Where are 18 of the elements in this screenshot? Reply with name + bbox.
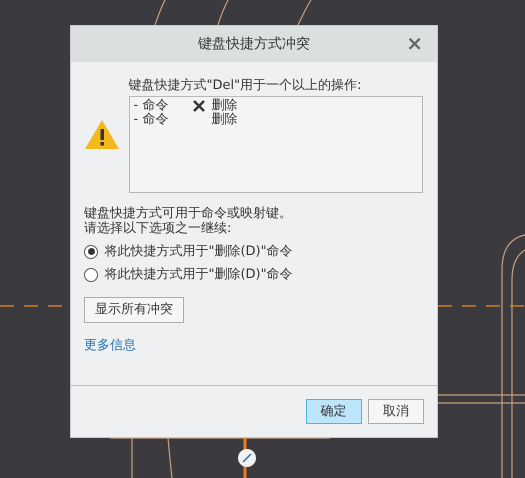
show-all-conflicts-button[interactable]: 显示所有冲突 <box>84 297 184 323</box>
more-info-link[interactable]: 更多信息 <box>84 338 136 353</box>
radio-button[interactable] <box>84 268 98 282</box>
info-text: 请选择以下选项之一继续: <box>84 220 232 236</box>
cancel-button[interactable]: 取消 <box>368 398 424 424</box>
command-name: 删除 <box>212 112 238 126</box>
conflict-label: 键盘快捷方式"Del"用于一个以上的操作: <box>128 77 362 95</box>
radio-button[interactable] <box>84 244 98 259</box>
command-name: 删除 <box>212 98 238 112</box>
option-label[interactable]: 将此快捷方式用于"删除(D)"命令 <box>104 242 293 262</box>
window-title: 键盘快捷方式冲突 <box>198 34 310 54</box>
option-label[interactable]: 将此快捷方式用于"删除(D)"命令 <box>104 264 293 284</box>
warning-icon <box>84 118 120 150</box>
ok-button[interactable]: 确定 <box>306 398 362 424</box>
command-prefix: - 命令 <box>134 112 170 126</box>
command-prefix: - 命令 <box>134 98 170 112</box>
info-text: 键盘快捷方式可用于命令或映射键。 <box>84 206 293 220</box>
close-button[interactable]: × <box>402 32 427 54</box>
